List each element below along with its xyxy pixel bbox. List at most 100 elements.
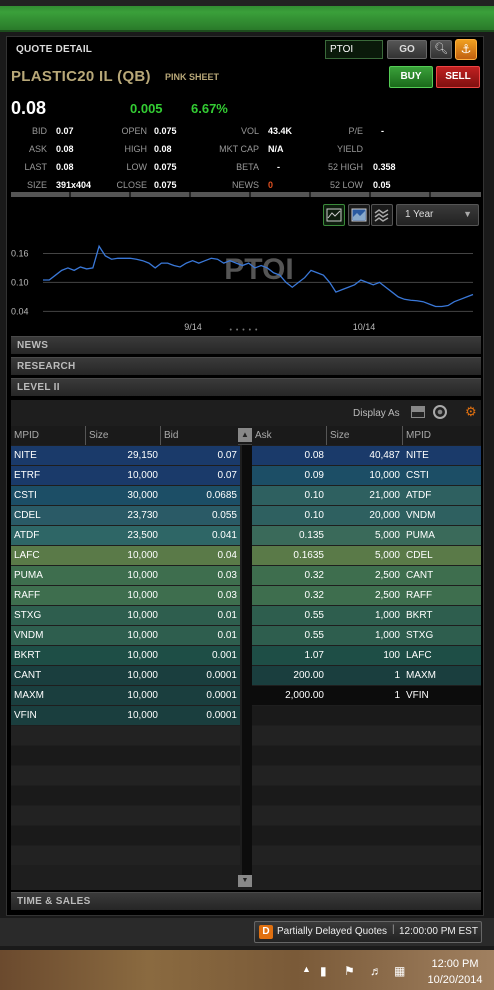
bid-mpid: NITE xyxy=(14,450,37,461)
bid-mpid: VNDM xyxy=(14,630,44,641)
price-change: 0.005 xyxy=(130,101,163,116)
line-chart-icon xyxy=(326,208,342,222)
col-ask[interactable]: Ask xyxy=(252,426,327,445)
col-bid-size[interactable]: Size xyxy=(86,426,161,445)
ask-price: 0.08 xyxy=(304,450,324,461)
bid-row[interactable]: PUMA 10,000 0.03 xyxy=(11,566,240,585)
ask-row[interactable]: 0.135 5,000 PUMA xyxy=(252,526,481,545)
ask-row[interactable]: 0.1635 5,000 CDEL xyxy=(252,546,481,565)
price-chart: 0.16 0.10 0.04 PTOI 9/14 10/14 xyxy=(11,244,474,332)
chain-link-icon: ⚓︎ xyxy=(460,42,472,56)
ask-row[interactable]: 0.55 1,000 BKRT xyxy=(252,606,481,625)
tray-expand-icon[interactable]: ▲ xyxy=(302,964,311,974)
low52-label: 52 LOW xyxy=(329,180,363,190)
line-chart-button[interactable] xyxy=(323,204,345,226)
link-button[interactable]: ⚓︎ xyxy=(455,39,477,60)
ask-mpid: CANT xyxy=(406,570,434,581)
scroll-down-icon[interactable]: ▼ xyxy=(238,875,252,887)
ask-row[interactable]: 200.00 1 MAXM xyxy=(252,666,481,685)
bid-row[interactable]: VFIN 10,000 0.0001 xyxy=(11,706,240,725)
section-level2[interactable]: LEVEL II xyxy=(11,378,481,396)
bid-row[interactable]: ETRF 10,000 0.07 xyxy=(11,466,240,485)
col-bid-mpid[interactable]: MPID xyxy=(11,426,86,445)
ask-row[interactable]: 0.08 40,487 NITE xyxy=(252,446,481,465)
empty-bid-row xyxy=(11,766,240,785)
split-view-icon[interactable] xyxy=(411,406,425,418)
bid-size: 10,000 xyxy=(127,550,158,561)
ask-price: 0.135 xyxy=(298,530,324,541)
tray-device-icon[interactable]: ▮ xyxy=(320,964,327,978)
empty-bid-row xyxy=(11,826,240,845)
ask-row[interactable]: 0.10 20,000 VNDM xyxy=(252,506,481,525)
chevron-down-icon: ▼ xyxy=(463,209,472,219)
bid-price: 0.001 xyxy=(211,650,237,661)
ask-row[interactable]: 2,000.00 1 VFIN xyxy=(252,686,481,705)
bid-row[interactable]: LAFC 10,000 0.04 xyxy=(11,546,240,565)
bid-price: 0.03 xyxy=(217,570,237,581)
market-tier: PINK SHEET xyxy=(165,72,220,82)
ask-row[interactable]: 0.32 2,500 CANT xyxy=(252,566,481,585)
period-select[interactable]: 1 Year ▼ xyxy=(396,204,479,226)
bid-row[interactable]: MAXM 10,000 0.0001 xyxy=(11,686,240,705)
low-value: 0.075 xyxy=(154,162,177,172)
bid-size: 10,000 xyxy=(127,470,158,481)
ask-mpid: STXG xyxy=(406,630,434,641)
ask-mpid: VNDM xyxy=(406,510,436,521)
bid-row[interactable]: CANT 10,000 0.0001 xyxy=(11,666,240,685)
bid-row[interactable]: CDEL 23,730 0.055 xyxy=(11,506,240,525)
volume-icon[interactable]: ♬ xyxy=(370,964,382,978)
ask-row[interactable]: 1.07 100 LAFC xyxy=(252,646,481,665)
bid-row[interactable]: VNDM 10,000 0.01 xyxy=(11,626,240,645)
section-news[interactable]: NEWS xyxy=(11,336,481,354)
compare-chart-icon xyxy=(374,209,389,222)
compare-chart-button[interactable] xyxy=(371,204,393,226)
ask-value: 0.08 xyxy=(56,144,74,154)
sell-button[interactable]: SELL xyxy=(436,66,480,88)
radio-view-icon[interactable] xyxy=(433,405,447,419)
bid-size: 10,000 xyxy=(127,670,158,681)
bid-row[interactable]: CSTI 30,000 0.0685 xyxy=(11,486,240,505)
panel-title: QUOTE DETAIL xyxy=(16,44,93,55)
y-tick-label: 0.10 xyxy=(11,277,29,287)
scroll-up-icon[interactable]: ▲ xyxy=(238,428,252,442)
ask-row[interactable]: 0.55 1,000 STXG xyxy=(252,626,481,645)
empty-ask-row xyxy=(252,706,481,725)
bid-price: 0.04 xyxy=(217,550,237,561)
ask-row[interactable]: 0.09 10,000 CSTI xyxy=(252,466,481,485)
bid-size: 29,150 xyxy=(127,450,158,461)
flag-icon[interactable]: ⚑ xyxy=(344,964,355,978)
bid-row[interactable]: NITE 29,150 0.07 xyxy=(11,446,240,465)
ask-size: 1 xyxy=(394,690,400,701)
bid-row[interactable]: STXG 10,000 0.01 xyxy=(11,606,240,625)
range-bar xyxy=(11,192,481,197)
ask-price: 0.10 xyxy=(304,490,324,501)
gear-icon[interactable]: ⚙ xyxy=(465,404,477,420)
ask-row[interactable]: 0.32 2,500 RAFF xyxy=(252,586,481,605)
ask-mpid: MAXM xyxy=(406,670,436,681)
chart-splitter-handle[interactable]: • • • • • xyxy=(229,327,259,334)
news-count[interactable]: 0 xyxy=(268,180,273,190)
col-bid[interactable]: Bid xyxy=(161,426,238,445)
go-button[interactable]: GO xyxy=(387,40,427,59)
area-chart-button[interactable] xyxy=(348,204,370,226)
col-ask-mpid[interactable]: MPID xyxy=(403,426,481,445)
bid-mpid: ATDF xyxy=(14,530,40,541)
ask-size: 5,000 xyxy=(374,550,400,561)
area-chart-icon xyxy=(351,208,367,222)
search-button[interactable]: 🔍︎ xyxy=(430,40,452,59)
ask-price: 0.32 xyxy=(304,590,324,601)
section-research[interactable]: RESEARCH xyxy=(11,357,481,375)
symbol-input[interactable]: PTOI xyxy=(325,40,383,59)
open-label: OPEN xyxy=(121,126,147,136)
taskbar-clock[interactable]: 12:00 PM 10/20/2014 xyxy=(420,956,490,988)
buy-button[interactable]: BUY xyxy=(389,66,433,88)
bid-row[interactable]: ATDF 23,500 0.041 xyxy=(11,526,240,545)
section-time-sales[interactable]: TIME & SALES xyxy=(11,892,481,910)
bid-row[interactable]: RAFF 10,000 0.03 xyxy=(11,586,240,605)
bid-row[interactable]: BKRT 10,000 0.001 xyxy=(11,646,240,665)
col-ask-size[interactable]: Size xyxy=(327,426,403,445)
ask-row[interactable]: 0.10 21,000 ATDF xyxy=(252,486,481,505)
ask-mpid: BKRT xyxy=(406,610,433,621)
network-icon[interactable]: ▦ xyxy=(394,964,405,978)
low-label: LOW xyxy=(126,162,147,172)
